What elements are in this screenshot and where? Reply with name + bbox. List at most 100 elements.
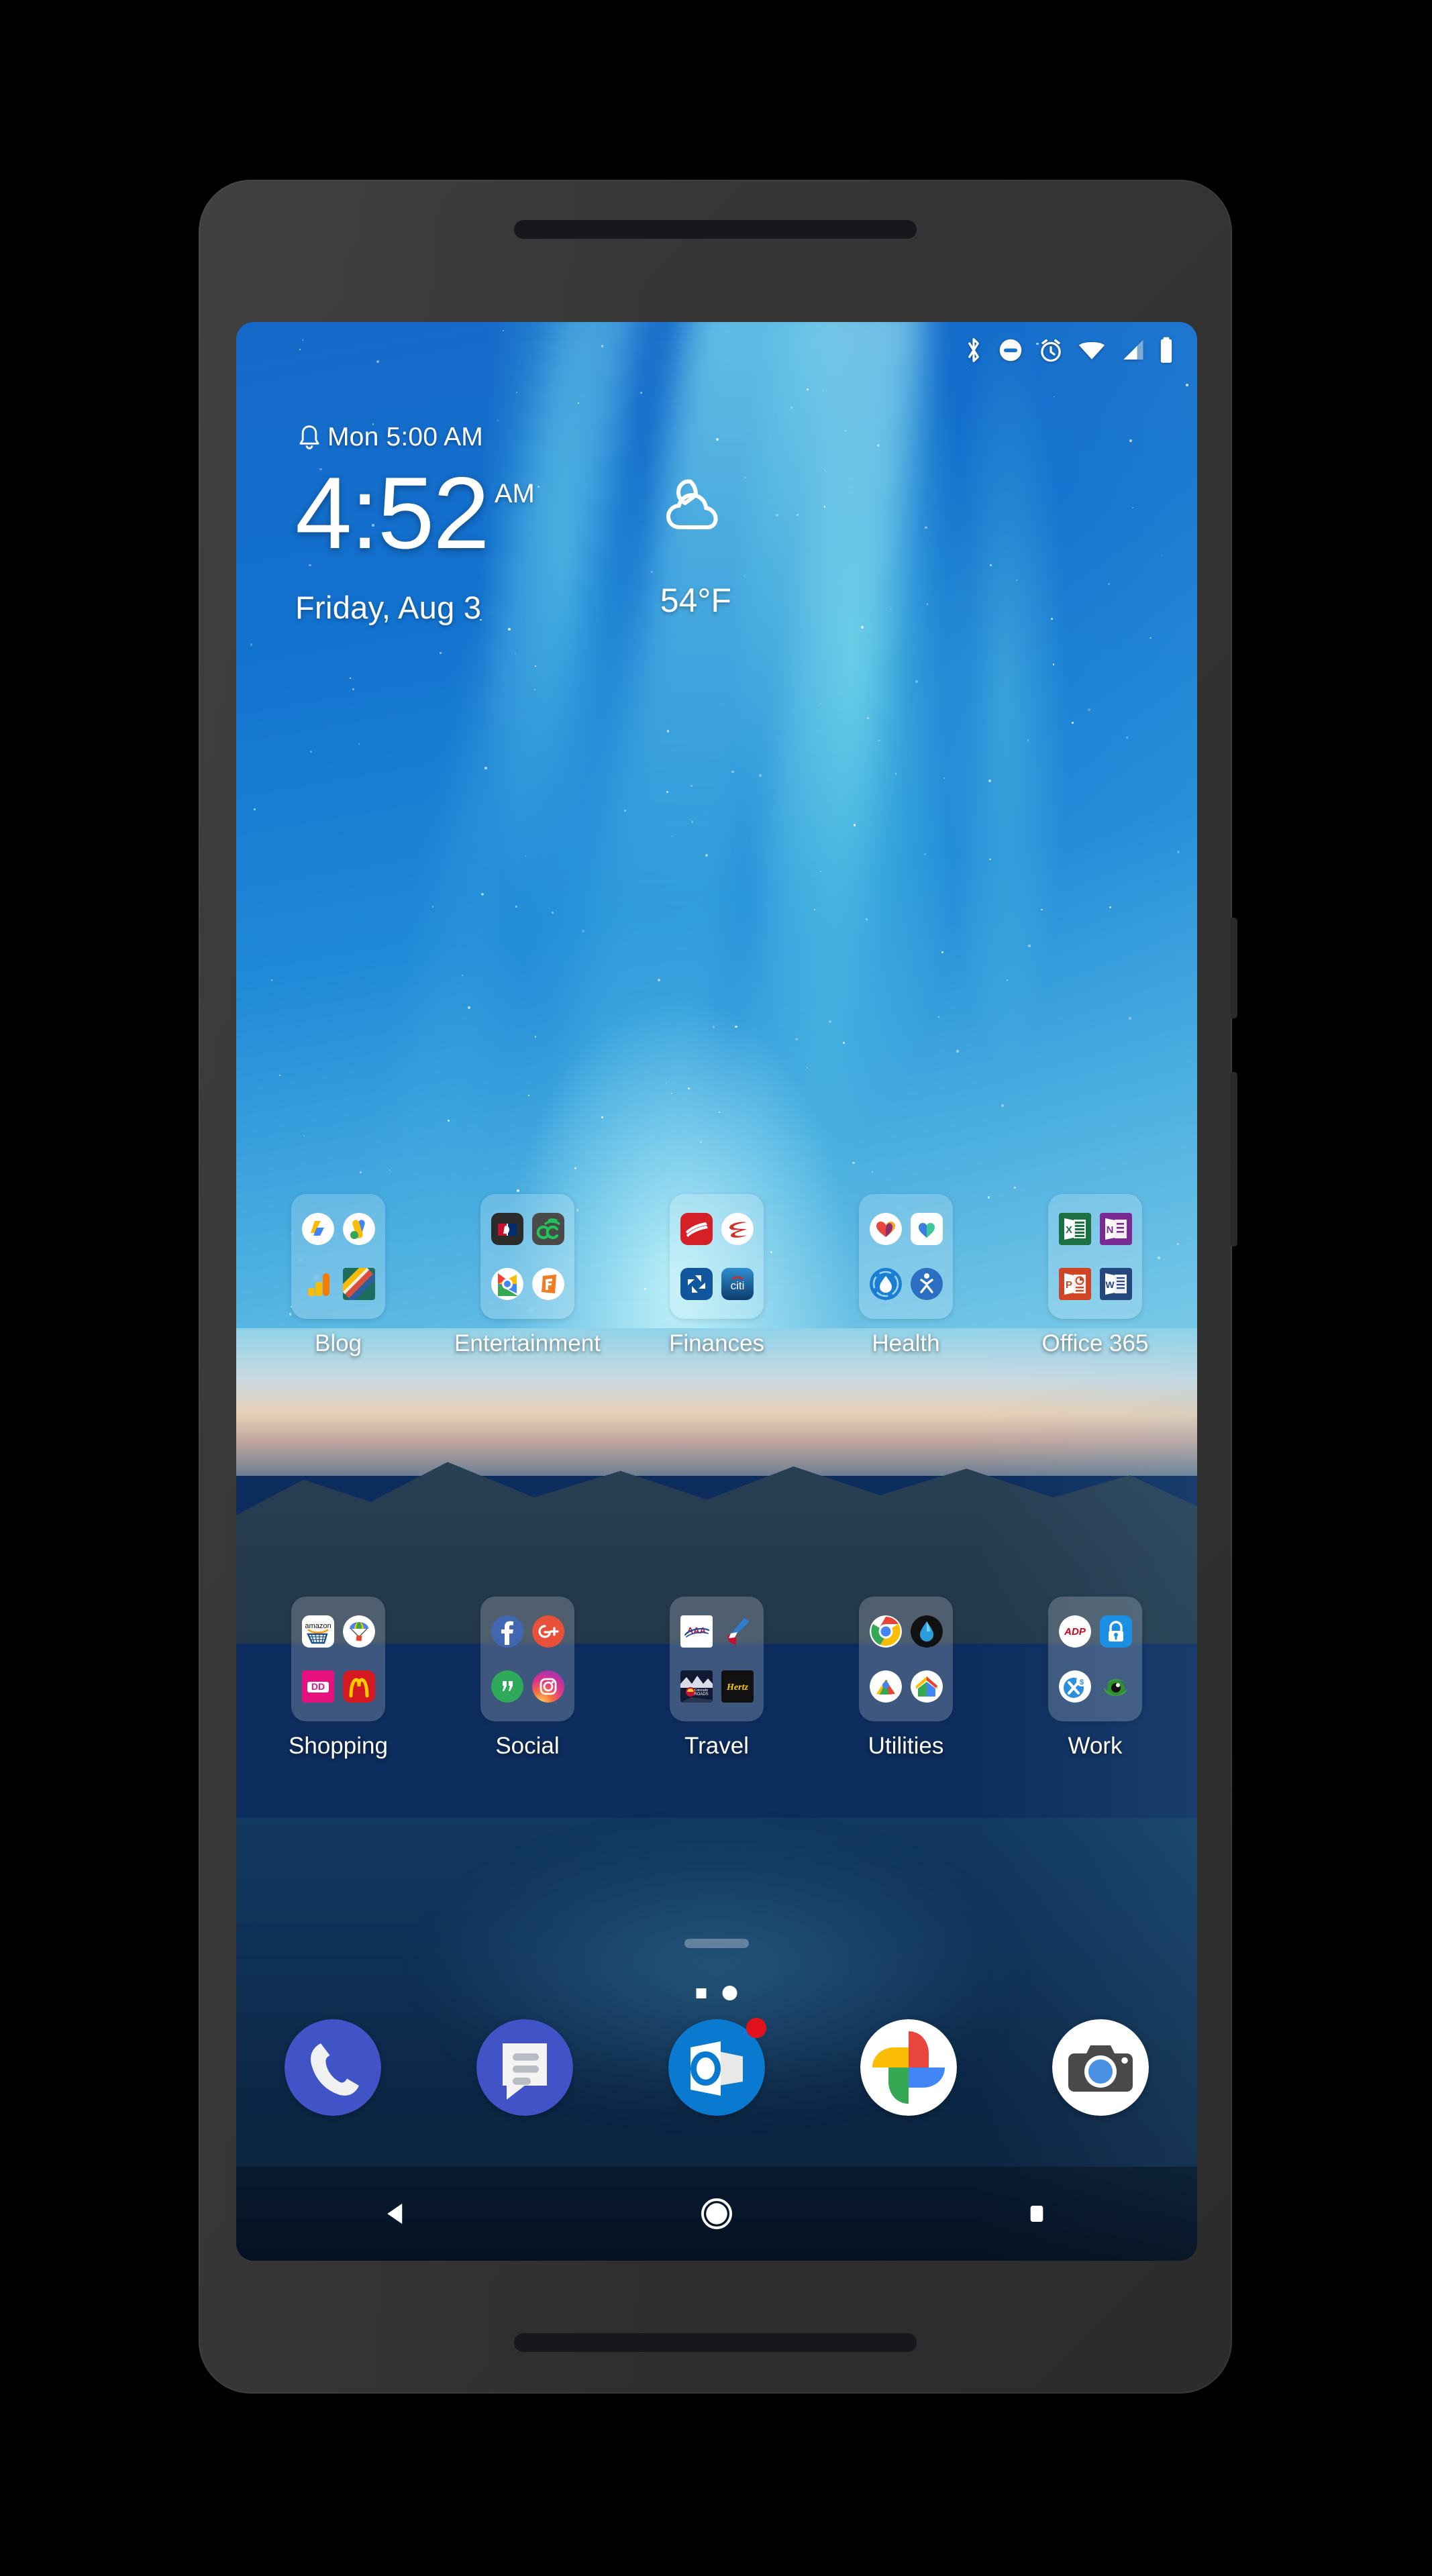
folder-row-2: amazon DD Shopping Social AAA Colorado R… xyxy=(236,1597,1197,1760)
folder-blog[interactable]: Blog xyxy=(268,1194,408,1357)
power-button[interactable] xyxy=(1231,918,1237,1018)
star xyxy=(1128,1017,1132,1020)
star xyxy=(481,892,484,896)
folder-tile[interactable]: amazon DD xyxy=(291,1597,385,1721)
outlook-notification-badge xyxy=(746,2018,766,2038)
xfinity-cc-icon xyxy=(531,1213,564,1245)
star xyxy=(516,1189,519,1192)
google-photos-app[interactable] xyxy=(860,2019,957,2116)
star xyxy=(819,870,822,873)
star xyxy=(484,767,487,769)
star xyxy=(806,1067,808,1069)
bluetooth-icon xyxy=(968,338,979,362)
star xyxy=(254,808,256,810)
folder-tile[interactable] xyxy=(859,1597,953,1721)
outlook-app[interactable] xyxy=(668,2018,766,2116)
folder-shopping[interactable]: amazon DD Shopping xyxy=(268,1597,408,1760)
navigation-bar xyxy=(236,2167,1197,2261)
star xyxy=(795,1038,798,1041)
mlb-icon xyxy=(491,1213,523,1245)
alarm-text: Mon 5:00 AM xyxy=(327,423,483,451)
google-play-icon xyxy=(491,1268,523,1300)
weather-block[interactable]: 54°F xyxy=(656,474,736,620)
folder-label: Entertainment xyxy=(454,1330,601,1356)
star xyxy=(691,820,694,823)
phone-screen[interactable]: Mon 5:00 AM 4:52 AM Friday, Aug 3 54°F B… xyxy=(236,322,1197,2261)
folder-tile[interactable]: X N P W xyxy=(1048,1194,1142,1319)
folder-utilities[interactable]: Utilities xyxy=(836,1597,976,1760)
star xyxy=(389,1169,391,1171)
water-tracker-icon xyxy=(869,1268,902,1300)
star xyxy=(534,689,535,690)
aaa-icon: AAA xyxy=(680,1615,713,1648)
folder-tile[interactable] xyxy=(480,1597,574,1721)
bank-of-america-icon xyxy=(680,1213,713,1245)
home-button[interactable] xyxy=(666,2167,767,2261)
recents-button[interactable] xyxy=(986,2167,1087,2261)
colorado-roads-icon: Colorado ROADS xyxy=(680,1670,713,1703)
page-indicator-home-marker[interactable] xyxy=(696,1988,707,1998)
svg-text:ADP: ADP xyxy=(1064,1626,1086,1638)
hertz-icon: Hertz xyxy=(721,1670,754,1703)
google-express-icon xyxy=(342,1615,375,1648)
folder-office365[interactable]: X N P W Office 365 xyxy=(1025,1194,1165,1357)
clock-block[interactable]: 4:52 AM Friday, Aug 3 xyxy=(295,462,535,626)
battery-icon xyxy=(1160,337,1172,363)
drag-handle[interactable] xyxy=(684,1939,749,1948)
clock-date: Friday, Aug 3 xyxy=(295,589,482,625)
star xyxy=(515,391,518,394)
phone-app[interactable] xyxy=(285,2019,381,2116)
folder-work[interactable]: ADP $ Work xyxy=(1025,1597,1165,1760)
fandango-icon xyxy=(531,1268,564,1300)
word-icon: W xyxy=(1099,1268,1132,1300)
star xyxy=(303,1134,305,1137)
clock-weather-widget[interactable]: Mon 5:00 AM 4:52 AM Friday, Aug 3 54°F xyxy=(236,423,1197,626)
star xyxy=(352,688,355,691)
google-plus-icon xyxy=(531,1615,564,1648)
folder-label: Work xyxy=(1068,1733,1123,1759)
star xyxy=(574,1167,577,1170)
folder-tile[interactable] xyxy=(480,1194,574,1319)
page-indicator[interactable] xyxy=(696,1986,737,2000)
star xyxy=(1087,708,1090,712)
folder-label: Utilities xyxy=(868,1733,944,1759)
star xyxy=(735,1025,737,1028)
folder-travel[interactable]: AAA Colorado ROADS Hertz Travel xyxy=(647,1597,786,1760)
folder-tile[interactable] xyxy=(859,1194,953,1319)
star xyxy=(360,1171,362,1174)
folder-health[interactable]: Health xyxy=(836,1194,976,1357)
star xyxy=(943,777,945,780)
folder-tile[interactable] xyxy=(291,1194,385,1319)
svg-text:N: N xyxy=(1106,1224,1113,1236)
star xyxy=(440,651,442,654)
eye-icon xyxy=(1103,1679,1127,1697)
star xyxy=(828,1020,831,1023)
messages-app[interactable] xyxy=(476,2019,573,2116)
folder-finances[interactable]: citi Finances xyxy=(647,1194,786,1357)
fitness-icon xyxy=(910,1213,943,1245)
folder-social[interactable]: Social xyxy=(458,1597,597,1760)
folder-tile[interactable]: ADP $ xyxy=(1048,1597,1142,1721)
status-bar xyxy=(236,322,1197,378)
folder-tile[interactable]: citi xyxy=(670,1194,764,1319)
samsung-health-icon xyxy=(869,1213,902,1245)
star xyxy=(640,392,643,394)
capital-one-icon xyxy=(721,1213,754,1245)
star xyxy=(691,784,693,787)
volume-button[interactable] xyxy=(1231,1072,1237,1246)
star xyxy=(527,1094,529,1096)
dock xyxy=(236,2018,1197,2116)
folder-tile[interactable]: AAA Colorado ROADS Hertz xyxy=(670,1597,764,1721)
star xyxy=(872,1171,874,1173)
back-button[interactable] xyxy=(346,2167,447,2261)
american-airlines-icon xyxy=(726,1618,750,1645)
amazon-icon: amazon xyxy=(301,1615,334,1648)
star xyxy=(915,680,918,683)
camera-app[interactable] xyxy=(1052,2019,1149,2116)
google-ads-icon xyxy=(342,1213,375,1245)
page-indicator-active-dot[interactable] xyxy=(722,1986,737,2000)
dark-sky-icon xyxy=(910,1615,943,1648)
folder-entertainment[interactable]: Entertainment xyxy=(454,1194,601,1357)
star xyxy=(705,853,708,857)
star xyxy=(1072,722,1074,724)
